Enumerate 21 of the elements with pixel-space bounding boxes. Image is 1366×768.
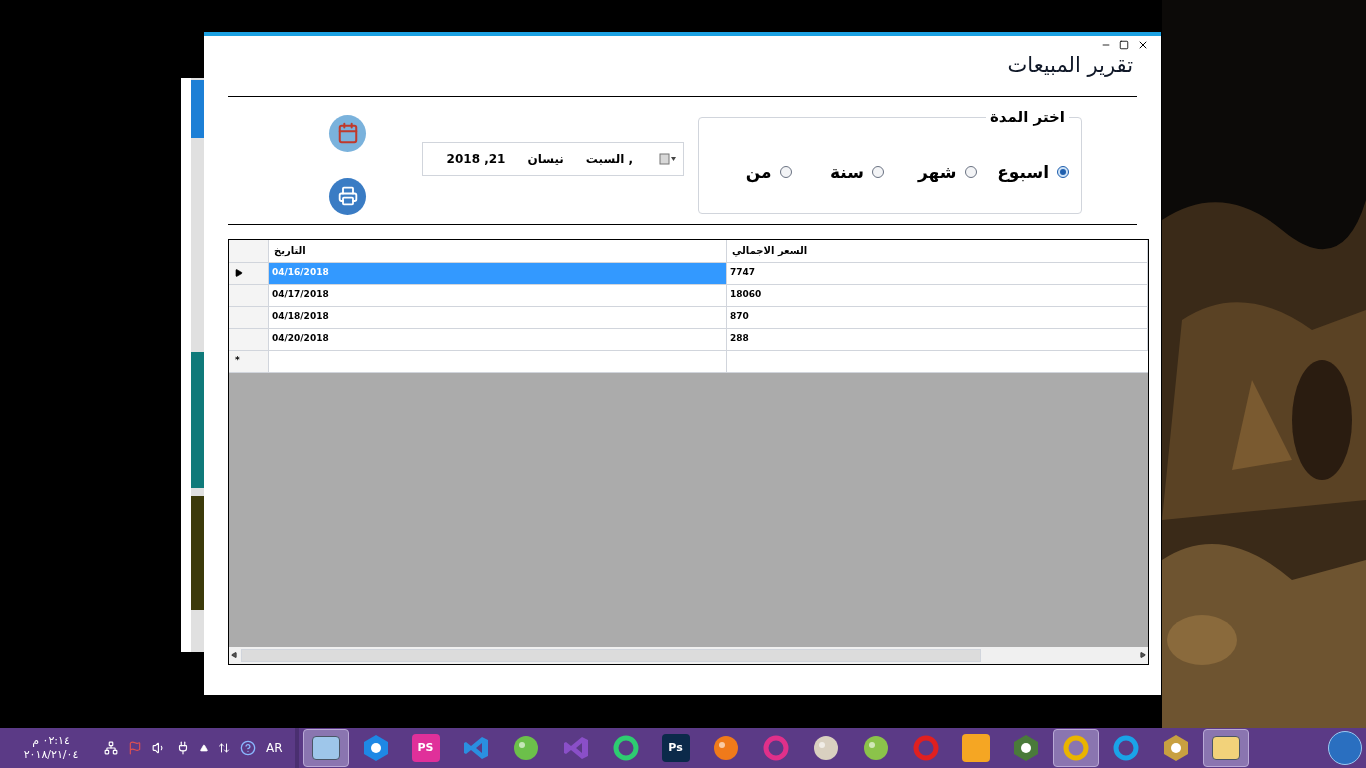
table-cell[interactable]: 18060: [727, 284, 1148, 306]
new-row-marker: *: [235, 354, 240, 368]
date-text: نيسان: [527, 151, 564, 168]
taskbar-app-button[interactable]: PS: [402, 729, 449, 767]
radio-label[interactable]: اسبوع: [997, 159, 1049, 185]
app-tile-icon: PS: [411, 734, 440, 762]
table-cell[interactable]: 288: [727, 328, 1148, 350]
table-cell[interactable]: 870: [727, 306, 1148, 328]
radio-label[interactable]: من: [745, 159, 772, 185]
date-text: السبت ,: [585, 151, 633, 168]
new-row[interactable]: *: [229, 350, 1148, 373]
date-text: 2018 ,21: [446, 151, 506, 168]
radio-label[interactable]: شهر: [918, 159, 957, 185]
language-indicator[interactable]: AR: [266, 739, 283, 757]
window-title: تقرير المبيعات: [1007, 52, 1133, 79]
column-header[interactable]: السعر الاجمالي: [727, 239, 1148, 262]
taskbar-app-button[interactable]: Ps: [652, 729, 699, 767]
clock-date[interactable]: ٢٠١٨/٢١/٠٤: [23, 748, 79, 762]
radio-label[interactable]: سنة: [830, 159, 864, 185]
app-tile-icon: Ps: [661, 734, 690, 762]
clock-time[interactable]: ٠٢:١٤ م: [32, 734, 70, 748]
